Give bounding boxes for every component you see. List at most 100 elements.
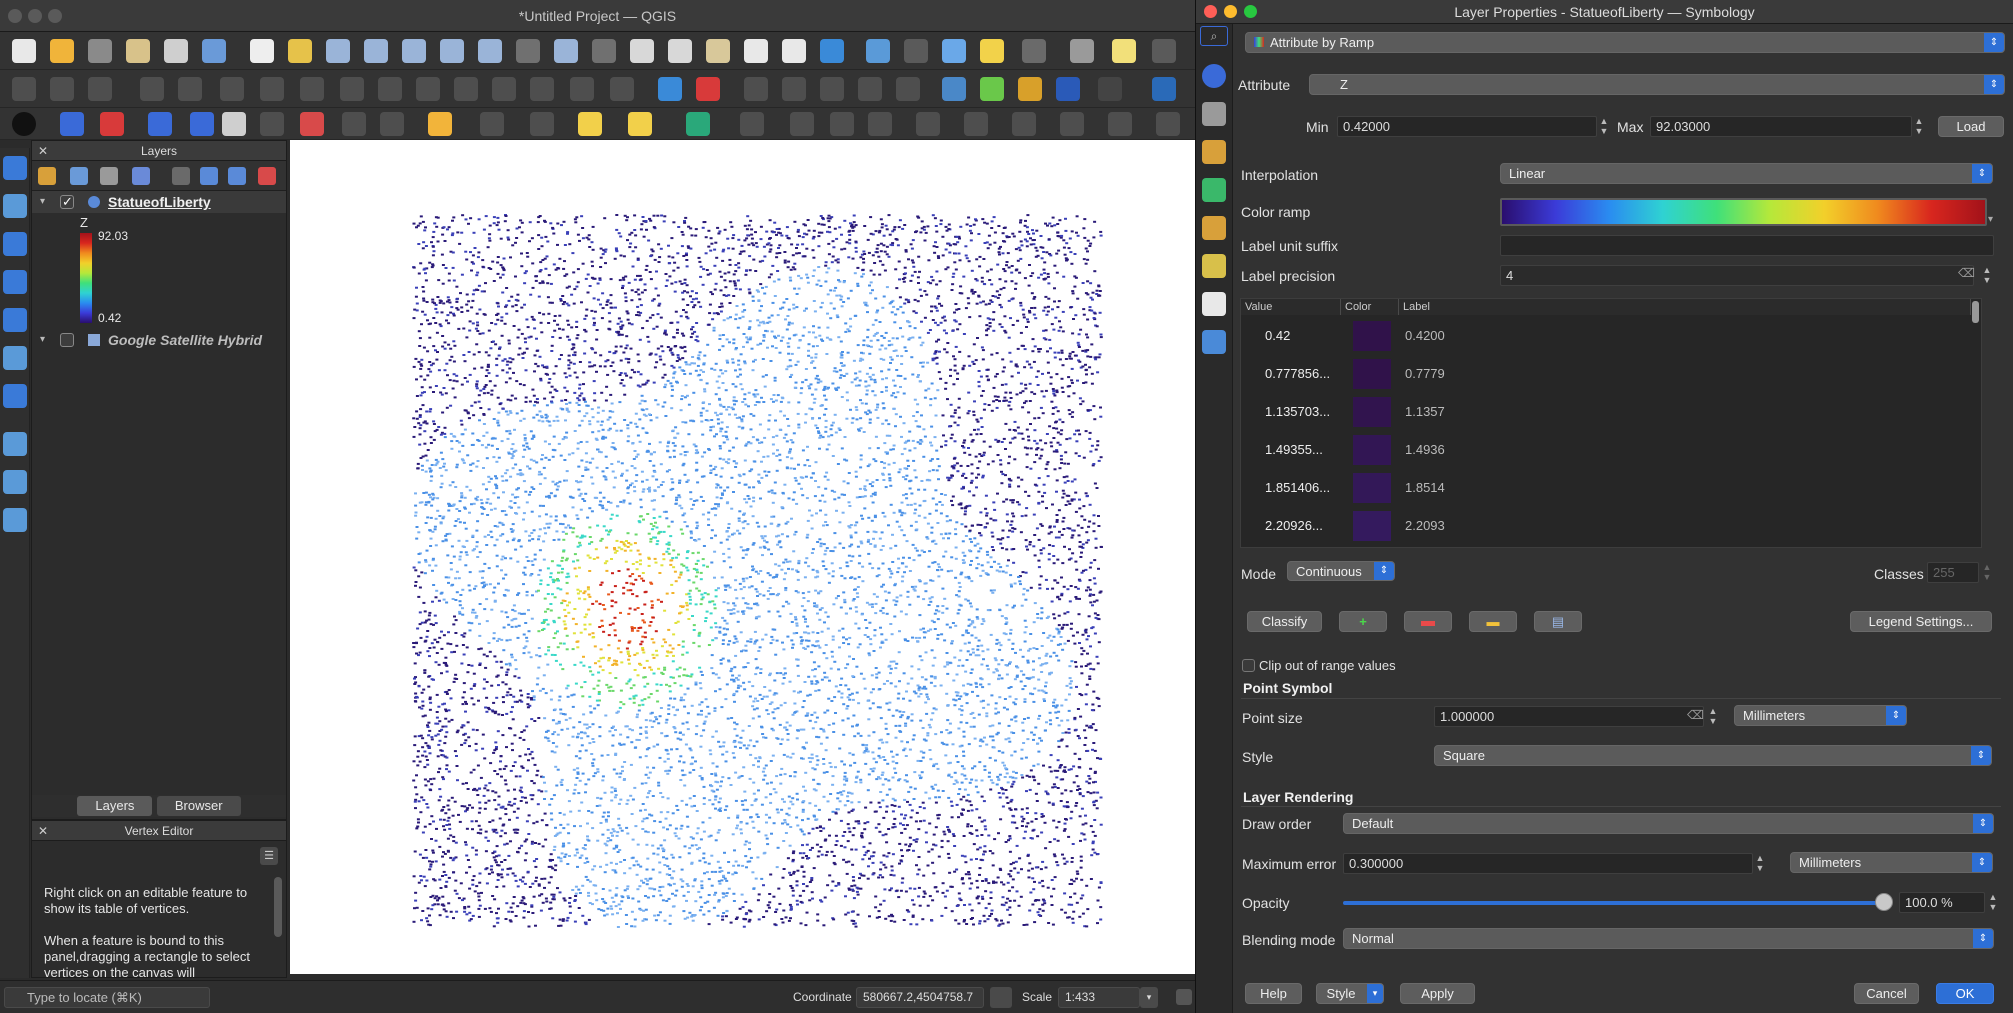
load-button[interactable]: Load: [1938, 116, 2004, 137]
opacity-slider[interactable]: [1343, 901, 1883, 905]
annotation-icon[interactable]: [628, 112, 652, 136]
kml-icon[interactable]: [1152, 77, 1176, 101]
point-size-field[interactable]: 1.000000: [1434, 706, 1704, 727]
mesh-tool-icon[interactable]: [868, 112, 892, 136]
save-project-icon[interactable]: [88, 39, 112, 63]
panel-menu-icon[interactable]: ☰: [260, 847, 278, 865]
collapse-chevron-icon[interactable]: ▾: [40, 329, 45, 351]
maximum-error-field[interactable]: 0.300000: [1343, 853, 1753, 874]
circle-tool-icon[interactable]: [12, 112, 36, 136]
zoom-native-icon[interactable]: [516, 39, 540, 63]
open-layer-styling-icon[interactable]: [38, 167, 56, 185]
toggle-editing-icon[interactable]: [50, 77, 74, 101]
export-color-map-icon[interactable]: ▤: [1534, 611, 1582, 632]
add-class-plus-icon[interactable]: +: [1339, 611, 1387, 632]
mode-combo[interactable]: Continuous ⇕: [1287, 561, 1395, 581]
close-panel-icon[interactable]: ✕: [38, 141, 48, 161]
table-row[interactable]: 1.135703... 1.1357: [1241, 393, 1981, 431]
add-line-icon[interactable]: [140, 77, 164, 101]
color-swatch[interactable]: [1353, 359, 1391, 389]
arc-tool-icon[interactable]: [60, 112, 84, 136]
add-group-icon[interactable]: [70, 167, 88, 185]
color-swatch[interactable]: [1353, 435, 1391, 465]
add-delimited-text-icon[interactable]: [3, 308, 27, 332]
point-style-combo[interactable]: Square ⇕: [1434, 745, 1992, 766]
color-ramp-button[interactable]: [1500, 198, 1987, 226]
add-wfs-icon[interactable]: [3, 470, 27, 494]
refresh-icon[interactable]: [820, 39, 844, 63]
column-header-label[interactable]: Label: [1399, 299, 1971, 315]
close-panel-icon[interactable]: ✕: [38, 821, 48, 841]
metadata-icon[interactable]: [1202, 292, 1226, 316]
help-button[interactable]: Help: [1245, 983, 1302, 1004]
zoom-full-icon[interactable]: [402, 39, 426, 63]
load-color-map-folder-icon[interactable]: ▬: [1469, 611, 1517, 632]
cut-features-icon[interactable]: [340, 77, 364, 101]
point-size-spinner-icon[interactable]: ▲ ▼: [1706, 706, 1720, 727]
plugin-icon[interactable]: [980, 77, 1004, 101]
information-icon[interactable]: [1202, 64, 1226, 88]
max-spinner-icon[interactable]: ▲ ▼: [1912, 116, 1926, 137]
vector-tools-icon[interactable]: [740, 112, 764, 136]
new-print-layout-icon[interactable]: [126, 39, 150, 63]
diagram-properties-icon[interactable]: [896, 77, 920, 101]
tab-browser[interactable]: Browser: [156, 796, 241, 816]
ruler-icon[interactable]: [222, 112, 246, 136]
classify-button[interactable]: Classify: [1247, 611, 1322, 632]
show-bookmarks-icon[interactable]: [744, 39, 768, 63]
georef-icon[interactable]: [830, 112, 854, 136]
add-geopackage-icon[interactable]: [3, 346, 27, 370]
max-error-spinner-icon[interactable]: ▲ ▼: [1753, 853, 1767, 874]
opacity-slider-handle[interactable]: [1875, 893, 1893, 911]
cancel-button[interactable]: Cancel: [1854, 983, 1919, 1004]
remove-class-minus-icon[interactable]: [1404, 611, 1452, 632]
ramp-menu-chevron-icon[interactable]: ▾: [1988, 214, 1993, 225]
delete-selected-icon[interactable]: [300, 77, 324, 101]
decorations-icon[interactable]: [1152, 39, 1176, 63]
column-header-value[interactable]: Value: [1241, 299, 1341, 315]
style-menu-button[interactable]: Style ▾: [1316, 983, 1384, 1004]
python-console-icon[interactable]: [942, 77, 966, 101]
layer-name[interactable]: StatueofLiberty: [108, 191, 211, 213]
move-label-icon[interactable]: [744, 77, 768, 101]
rectangle-tool-icon[interactable]: [148, 112, 172, 136]
shape-digitize-icon[interactable]: [916, 112, 940, 136]
zoom-last-icon[interactable]: [554, 39, 578, 63]
regular-polygon-icon[interactable]: [190, 112, 214, 136]
more-tools-chevron-icon[interactable]: [1098, 77, 1122, 101]
color-map-table[interactable]: Value Color Label 0.42 0.4200 0.777856...…: [1240, 298, 1982, 548]
redo-icon[interactable]: [492, 77, 516, 101]
add-vector-layer-icon[interactable]: [3, 194, 27, 218]
rotate-feature-icon[interactable]: [1060, 112, 1084, 136]
zoom-to-layer-icon[interactable]: [478, 39, 502, 63]
undo-icon[interactable]: [454, 77, 478, 101]
processing-toolbox-icon[interactable]: [686, 112, 710, 136]
manage-visibility-eye-icon[interactable]: [100, 167, 118, 185]
settings-gear-icon[interactable]: [942, 39, 966, 63]
scale-dropdown-chevron-icon[interactable]: ▾: [1140, 987, 1158, 1008]
show-hide-labels-icon[interactable]: [858, 77, 882, 101]
simplify-icon[interactable]: [1108, 112, 1132, 136]
rendering-brush-icon[interactable]: [1202, 216, 1226, 240]
add-mesh-layer-icon[interactable]: [3, 270, 27, 294]
numeric-123-icon[interactable]: [260, 112, 284, 136]
split-features-icon[interactable]: [964, 112, 988, 136]
statistics-sigma-icon[interactable]: [1202, 330, 1226, 354]
apply-button[interactable]: Apply: [1400, 983, 1475, 1004]
pan-map-icon[interactable]: [250, 39, 274, 63]
dialog-minimize-button[interactable]: [1224, 5, 1237, 18]
layer-row-statueofliberty[interactable]: ▾ StatueofLiberty: [32, 191, 286, 213]
clear-field-icon[interactable]: ⌫: [1958, 266, 1975, 280]
pin-label-icon[interactable]: [610, 77, 634, 101]
curve-tool-icon[interactable]: [100, 112, 124, 136]
highlight-icon[interactable]: [578, 112, 602, 136]
symbology-icon[interactable]: [1202, 140, 1226, 164]
spatial-query-icon[interactable]: [480, 112, 504, 136]
digitize-xy-icon[interactable]: [530, 77, 554, 101]
attribute-combo[interactable]: Z ⇕: [1309, 74, 2005, 95]
max-error-unit-combo[interactable]: Millimeters ⇕: [1790, 852, 1993, 873]
identify-features-icon[interactable]: [866, 39, 890, 63]
table-row[interactable]: 1.49355... 1.4936: [1241, 431, 1981, 469]
dialog-close-button[interactable]: [1204, 5, 1217, 18]
rotate-label-icon[interactable]: [782, 77, 806, 101]
